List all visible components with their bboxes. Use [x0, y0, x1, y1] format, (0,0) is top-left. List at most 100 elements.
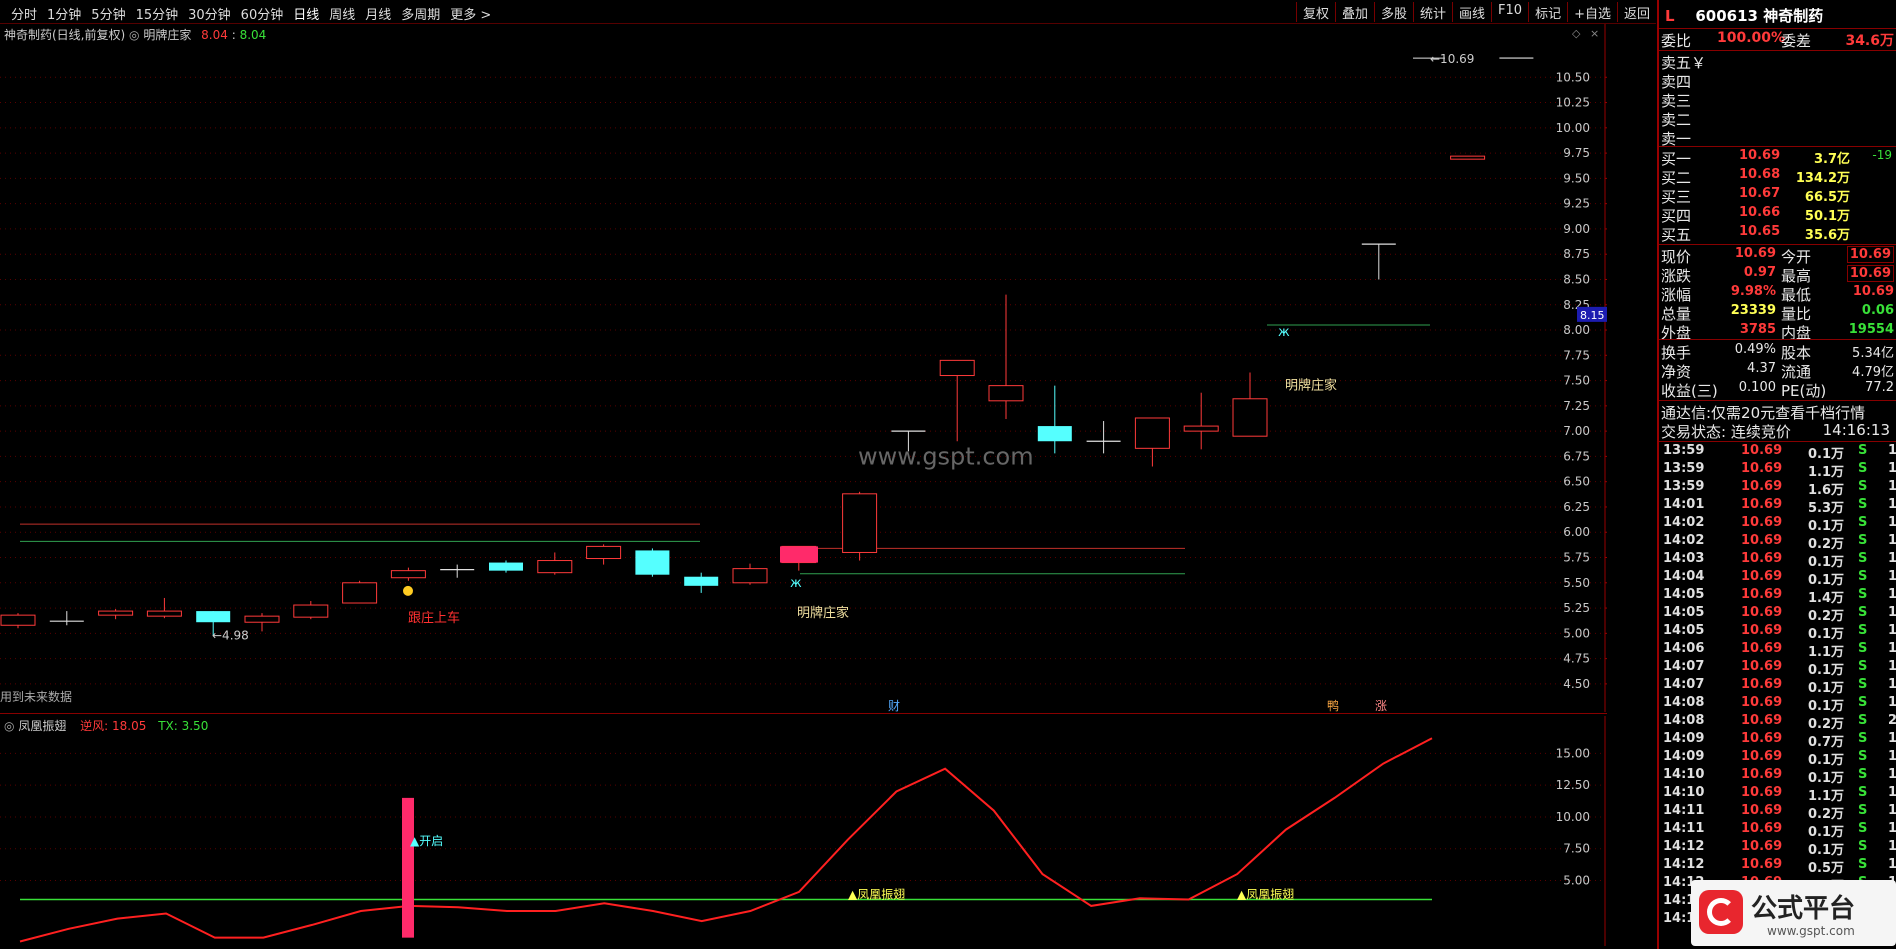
quote-header: L 600613 神奇制药: [1661, 5, 1896, 25]
watermark: www.gspt.com: [858, 442, 1034, 470]
tick-row: 14:04 10.69 0.1万 S 1: [1661, 569, 1896, 588]
tick-time: 14:07: [1663, 677, 1705, 692]
ask-row[interactable]: 卖一: [1661, 128, 1896, 148]
period-tab[interactable]: 分时: [6, 4, 42, 23]
period-tab[interactable]: 1分钟: [42, 4, 86, 23]
tick-row: 13:59 10.69 1.6万 S 1: [1661, 479, 1896, 498]
low-label: ←4.98: [212, 628, 249, 642]
bid-label: 买四: [1661, 207, 1692, 225]
period-tab[interactable]: 多周期: [396, 4, 445, 23]
tick-time: 14:10: [1663, 785, 1705, 800]
separator: [1659, 244, 1896, 245]
stat-label: 股本: [1781, 344, 1812, 362]
toolbar-button[interactable]: 多股: [1373, 2, 1413, 22]
stat-row: 收益(三) 0.100 PE(动) 77.2: [1661, 380, 1896, 400]
tick-volume: 0.1万: [1807, 699, 1844, 714]
toolbar-button[interactable]: 叠加: [1334, 2, 1374, 22]
period-tab[interactable]: 15分钟: [131, 4, 184, 23]
candle-body: [342, 582, 378, 604]
bid-row[interactable]: 买五 10.65 35.6万: [1661, 224, 1896, 244]
bid-price: 10.66: [1739, 205, 1781, 220]
candle-body: [635, 550, 670, 575]
period-tab[interactable]: 60分钟: [236, 4, 289, 23]
tick-side: S: [1858, 587, 1868, 602]
bid-row[interactable]: 买四 10.66 50.1万: [1661, 205, 1896, 225]
tick-count: 2: [1888, 713, 1896, 728]
bid-row[interactable]: 买三 10.67 66.5万: [1661, 186, 1896, 206]
ask-row[interactable]: 卖二: [1661, 109, 1896, 129]
toolbar-button[interactable]: 返回: [1616, 2, 1656, 22]
marker-cai[interactable]: 财: [888, 699, 900, 712]
candle-body: [1134, 417, 1170, 449]
marker-ya[interactable]: 鸭: [1327, 699, 1339, 712]
tick-price: 10.69: [1741, 785, 1783, 800]
indicator-chart[interactable]: ◎ 凤凰振翅 逆风: 18.05 TX: 3.50 15.00 12.50 10.0…: [0, 716, 1607, 946]
tick-side: S: [1858, 515, 1868, 530]
toolbar-button[interactable]: 统计: [1413, 2, 1452, 22]
high-label: ←10.69: [1430, 52, 1474, 66]
y-tick-label: 10.00: [1556, 121, 1590, 135]
ask-row[interactable]: 卖五￥: [1661, 52, 1896, 72]
candle-body: [537, 560, 573, 574]
pane-divider[interactable]: [0, 713, 1607, 714]
tick-count: 1: [1888, 515, 1896, 530]
toolbar-button[interactable]: 复权: [1295, 2, 1335, 22]
stock-code-name: 600613 神奇制药: [1695, 7, 1824, 25]
toolbar-button[interactable]: 标记: [1528, 2, 1567, 22]
separator: [1659, 400, 1896, 401]
period-tabs: 分时 1分钟 5分钟 15分钟 30分钟 60分钟 日线 周线 月线 多周期 更多 >: [6, 4, 496, 23]
period-tab[interactable]: 周线: [324, 4, 360, 23]
toolbar-button[interactable]: F10: [1491, 2, 1528, 22]
period-toolbar: 分时 1分钟 5分钟 15分钟 30分钟 60分钟 日线 周线 月线 多周期 更多 > 复权 叠加 多股…: [0, 0, 1656, 24]
weicha-label: 委差: [1781, 32, 1812, 50]
y-tick-label: 10.00: [1556, 810, 1590, 824]
stat-label: 今开: [1781, 248, 1812, 266]
candle-body: [390, 570, 426, 579]
tick-side: S: [1858, 713, 1868, 728]
tick-row: 14:12 10.69 0.5万 S 1: [1661, 857, 1896, 876]
tick-time: 14:07: [1663, 659, 1705, 674]
toolbar-button[interactable]: +自选: [1567, 2, 1617, 22]
period-tab[interactable]: 日线: [288, 4, 324, 23]
tick-count: 1: [1888, 497, 1896, 512]
candle-body: [0, 614, 36, 626]
ask-row[interactable]: 卖四: [1661, 71, 1896, 91]
tick-count: 1: [1888, 551, 1896, 566]
toolbar-button[interactable]: 画线: [1452, 2, 1491, 22]
ask-label: 卖四: [1661, 73, 1692, 91]
tick-side: S: [1858, 803, 1868, 818]
bid-row[interactable]: 买一 10.69 3.7亿 -19: [1661, 148, 1896, 168]
ask-row[interactable]: 卖三: [1661, 90, 1896, 110]
tick-volume: 0.2万: [1807, 537, 1844, 552]
stat-value: 4.79亿: [1852, 365, 1894, 380]
promo-link[interactable]: 通达信:仅需20元查看千档行情: [1661, 402, 1896, 422]
tick-side: S: [1858, 551, 1868, 566]
y-tick-label: 6.25: [1563, 500, 1590, 514]
y-tick-label: 7.75: [1563, 348, 1590, 362]
butterfly-icon: ж: [790, 576, 802, 591]
bid-volume: 50.1万: [1804, 209, 1850, 224]
tick-row: 14:07 10.69 0.1万 S 1: [1661, 677, 1896, 696]
tick-price: 10.69: [1741, 641, 1783, 656]
separator: [1659, 441, 1896, 442]
stat-value: 0.06: [1861, 303, 1894, 318]
tick-volume: 0.1万: [1807, 555, 1844, 570]
tick-count: 1: [1888, 803, 1896, 818]
tick-time: 14:01: [1663, 497, 1705, 512]
tick-side: S: [1858, 659, 1868, 674]
period-tab[interactable]: 5分钟: [86, 4, 130, 23]
period-tab[interactable]: 月线: [360, 4, 396, 23]
kline-chart[interactable]: 神奇制药(日线,前复权) ◎ 明牌庄家 8.04 : 8.04 ◇ × 10.5…: [0, 24, 1607, 712]
candle-body: [988, 385, 1024, 402]
candle-body: [842, 493, 878, 553]
marker-zhang[interactable]: 涨: [1375, 698, 1387, 712]
candle-body: [98, 610, 134, 616]
bid-volume: 35.6万: [1804, 228, 1850, 243]
tick-volume: 0.1万: [1807, 663, 1844, 678]
period-tab[interactable]: 30分钟: [183, 4, 236, 23]
period-tab[interactable]: 更多 >: [445, 4, 496, 23]
tick-side: S: [1858, 479, 1868, 494]
tick-time: 14:08: [1663, 695, 1705, 710]
bid-row[interactable]: 买二 10.68 134.2万: [1661, 167, 1896, 187]
tick-row: 14:12 10.69 0.1万 S 1: [1661, 839, 1896, 858]
